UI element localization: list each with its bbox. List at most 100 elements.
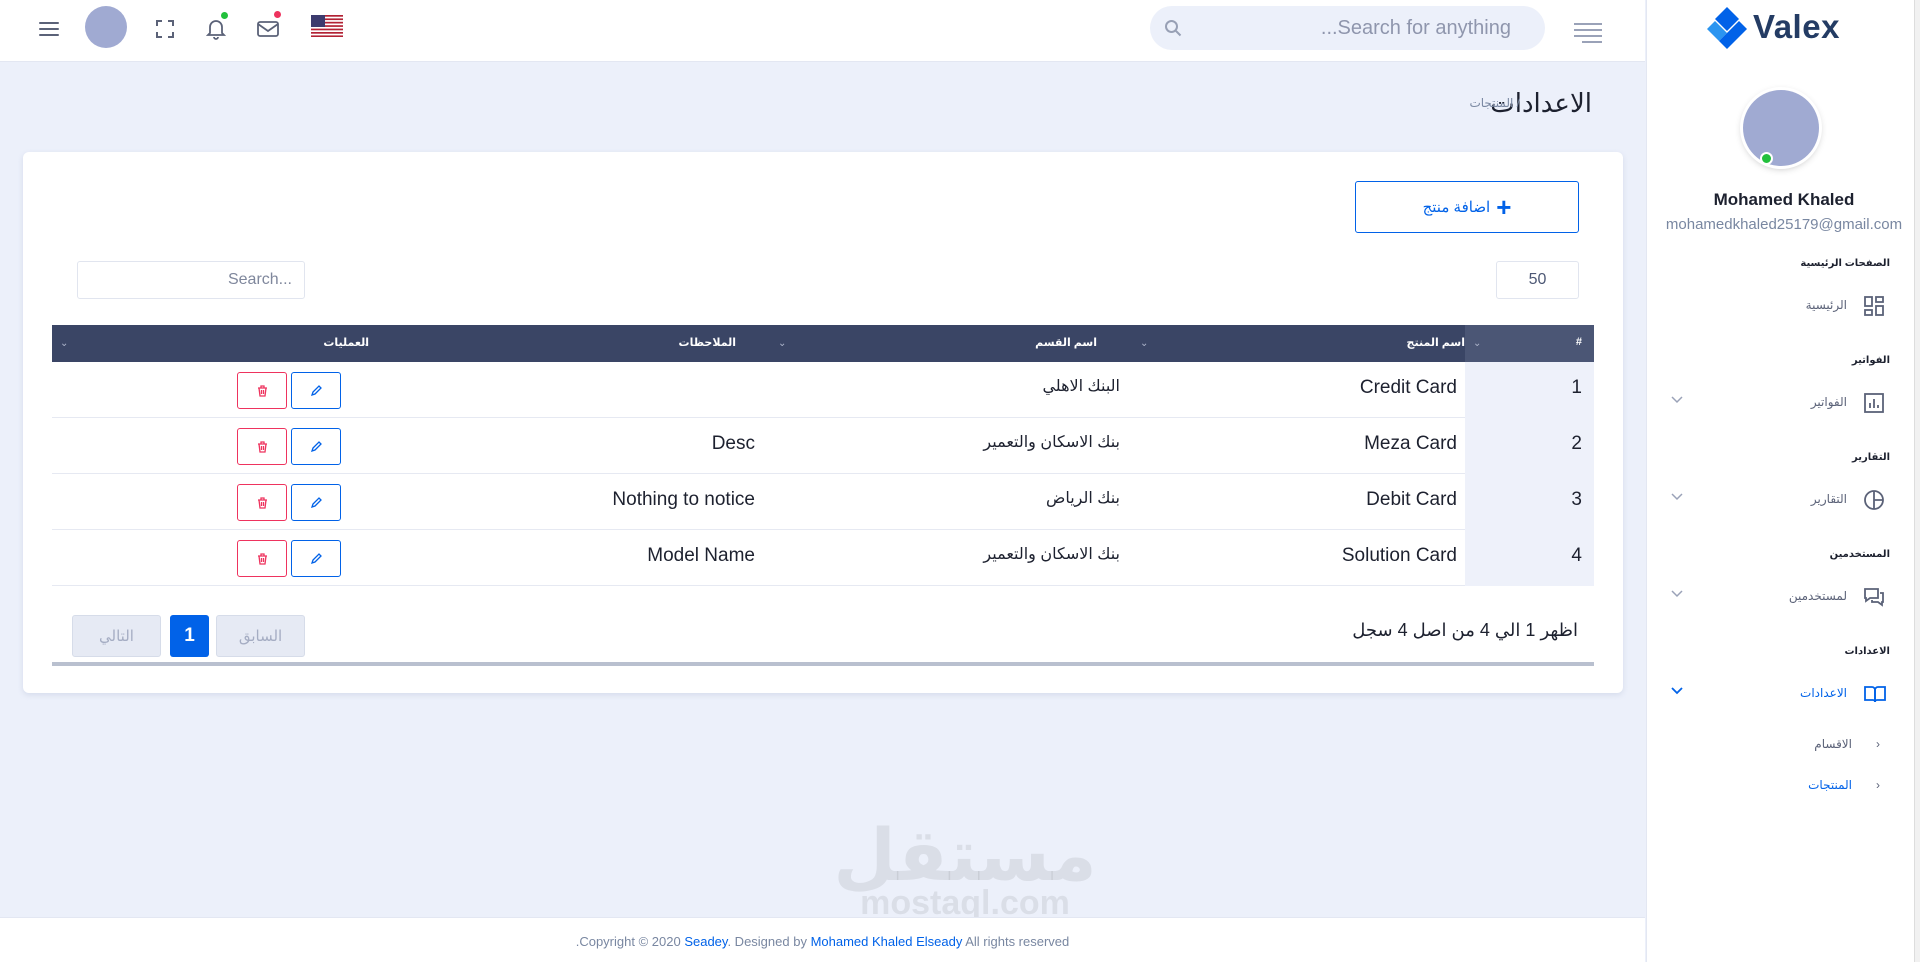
trash-icon — [257, 440, 267, 453]
online-status-dot — [1760, 152, 1773, 165]
search-icon[interactable] — [1164, 19, 1182, 37]
trash-icon — [257, 552, 267, 565]
trash-icon — [257, 496, 267, 509]
watermark-arabic: مستقل — [833, 816, 1097, 896]
global-search[interactable] — [1150, 6, 1545, 50]
footer-designed-by: . Designed by — [727, 934, 811, 949]
edit-button[interactable] — [291, 372, 341, 409]
notes: Desc — [711, 433, 755, 454]
add-product-label: اضافة منتج — [1422, 199, 1491, 216]
product-name: Debit Card — [1366, 489, 1457, 510]
logo-text: Valex — [1753, 8, 1840, 45]
breadcrumb[interactable]: / المنتجات — [1469, 96, 1520, 110]
logo-icon — [1707, 7, 1747, 49]
sidebar-item-label: الفواتير — [1810, 395, 1847, 409]
edit-button[interactable] — [291, 484, 341, 521]
product-name: Meza Card — [1364, 433, 1457, 454]
column-header-operations[interactable]: العمليات — [323, 336, 369, 349]
sidebar-item-reports[interactable]: التقارير — [1647, 484, 1920, 514]
delete-button[interactable] — [237, 372, 287, 409]
product-name: Credit Card — [1359, 377, 1457, 398]
table-scrollbar[interactable] — [52, 662, 1594, 666]
category-invoices: الفواتير — [1851, 355, 1890, 366]
chevron-right-icon: › — [1876, 737, 1880, 751]
delete-button[interactable] — [237, 428, 287, 465]
user-email: mohamedkhaled25179@gmail.com — [1665, 216, 1903, 233]
category-settings: الاعدادات — [1844, 646, 1890, 657]
page-size-select[interactable]: 50 — [1496, 261, 1579, 299]
scrollbar[interactable] — [1914, 0, 1920, 962]
pencil-icon — [310, 384, 322, 396]
row-id: 3 — [1571, 489, 1582, 510]
search-input[interactable] — [1191, 6, 1511, 50]
profile-avatar[interactable] — [1743, 90, 1819, 166]
products-table: # ⌄ اسم المنتج ⌄ اسم القسم ⌄ الملاحظات ⌄… — [52, 325, 1594, 586]
add-product-button[interactable]: + اضافة منتج — [1355, 181, 1579, 233]
section-name: البنك الاهلي — [1042, 378, 1120, 395]
table-row: 1 Credit Card البنك الاهلي — [52, 362, 1594, 418]
page-1-button[interactable]: 1 — [170, 615, 209, 657]
sidebar-item-users[interactable]: لمستخدمين — [1647, 581, 1920, 611]
pie-chart-icon — [1863, 489, 1885, 511]
table-row: 4 Solution Card بنك الاسكان والتعمير Mod… — [52, 530, 1594, 586]
column-header-section-name[interactable]: اسم القسم — [1035, 336, 1097, 349]
chat-icon — [1863, 586, 1885, 608]
edit-button[interactable] — [291, 540, 341, 577]
watermark-url: mostaql.com — [860, 884, 1070, 922]
watermark: مستقل mostaql.com — [830, 820, 1100, 920]
column-header-notes[interactable]: الملاحظات — [679, 336, 736, 349]
footer-brand-link[interactable]: Seadey — [684, 934, 727, 949]
table-row: 3 Debit Card بنك الرياض Nothing to notic… — [52, 474, 1594, 530]
message-dot — [272, 9, 283, 20]
hamburger-icon[interactable] — [1572, 20, 1604, 44]
sidebar-subitem-products[interactable]: المنتجات — [1808, 778, 1852, 792]
pencil-icon — [310, 496, 322, 508]
category-reports: التقارير — [1852, 452, 1890, 463]
section-name: بنك الاسكان والتعمير — [983, 434, 1120, 451]
table-info: اظهر 1 الي 4 من اصل 4 سجل — [1352, 620, 1578, 640]
footer-author-link[interactable]: Mohamed Khaled Elseady — [811, 934, 963, 949]
sidebar-item-invoices[interactable]: الفواتير — [1647, 387, 1920, 417]
chevron-down-icon — [1671, 687, 1683, 695]
sidebar-subitem-sections[interactable]: الاقسام — [1814, 737, 1852, 751]
chevron-down-icon — [1671, 590, 1683, 598]
sidebar-item-settings[interactable]: الاعدادات — [1647, 678, 1920, 708]
sidebar-item-home[interactable]: الرئيسية — [1647, 290, 1920, 320]
footer: .Copyright © 2020 Seadey. Designed by Mo… — [0, 917, 1645, 962]
previous-page-button[interactable]: السابق — [216, 615, 305, 657]
row-id: 2 — [1571, 433, 1582, 454]
table-header: # ⌄ اسم المنتج ⌄ اسم القسم ⌄ الملاحظات ⌄… — [52, 325, 1594, 362]
fullscreen-icon[interactable] — [150, 14, 180, 44]
delete-button[interactable] — [237, 540, 287, 577]
product-name: Solution Card — [1341, 545, 1457, 566]
column-header-id[interactable]: # ⌄ — [1465, 325, 1594, 362]
sort-icon: ⌄ — [1473, 338, 1482, 349]
chevron-down-icon — [1671, 396, 1683, 404]
next-page-button[interactable]: التالي — [72, 615, 161, 657]
notes: Nothing to notice — [612, 489, 755, 510]
bar-chart-icon — [1863, 392, 1885, 414]
edit-button[interactable] — [291, 428, 341, 465]
sidebar-item-label: لمستخدمين — [1788, 589, 1847, 603]
column-header-product-name[interactable]: اسم المنتج — [1407, 336, 1465, 349]
notes: Model Name — [647, 545, 755, 566]
category-users: المستخدمين — [1829, 549, 1890, 560]
section-name: بنك الاسكان والتعمير — [983, 546, 1120, 563]
avatar[interactable] — [85, 6, 127, 48]
us-flag-icon[interactable] — [311, 15, 343, 37]
logo[interactable]: Valex — [1705, 2, 1840, 52]
table-row: 2 Meza Card بنك الاسكان والتعمير Desc — [52, 418, 1594, 474]
sort-icon[interactable]: ⌄ — [1140, 338, 1148, 349]
chevron-down-icon — [1671, 493, 1683, 501]
footer-rights: All rights reserved — [962, 934, 1070, 949]
notification-dot — [219, 10, 230, 21]
sort-icon[interactable]: ⌄ — [778, 338, 786, 349]
menu-icon[interactable] — [34, 14, 64, 44]
delete-button[interactable] — [237, 484, 287, 521]
trash-icon — [257, 384, 267, 397]
sidebar-item-label: الاعدادات — [1800, 686, 1847, 700]
row-id: 1 — [1571, 377, 1582, 398]
sidebar-item-label: التقارير — [1810, 492, 1847, 506]
sort-icon[interactable]: ⌄ — [60, 338, 68, 349]
table-search-input[interactable] — [77, 261, 305, 299]
